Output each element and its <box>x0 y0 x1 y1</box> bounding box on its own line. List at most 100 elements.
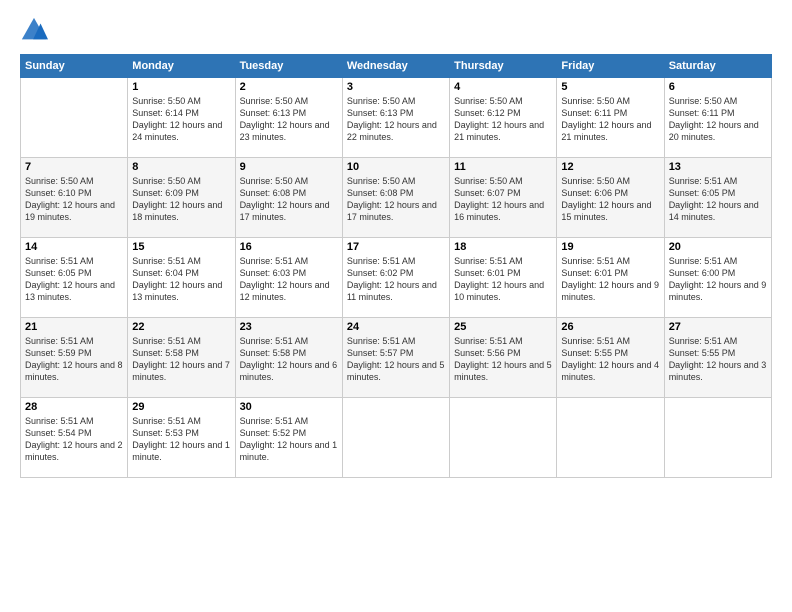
day-cell: 19 Sunrise: 5:51 AMSunset: 6:01 PMDayligh… <box>557 238 664 318</box>
day-cell: 5Sunrise: 5:50 AMSunset: 6:11 PMDaylight… <box>557 78 664 158</box>
day-number: 1 <box>132 81 230 93</box>
day-cell: 13 Sunrise: 5:51 AMSunset: 6:05 PMDayligh… <box>664 158 771 238</box>
day-info: Sunrise: 5:51 AMSunset: 6:01 PMDaylight:… <box>454 255 552 304</box>
day-info: Sunrise: 5:50 AMSunset: 6:11 PMDaylight:… <box>669 95 767 144</box>
day-cell: 25 Sunrise: 5:51 AMSunset: 5:56 PMDayligh… <box>450 318 557 398</box>
calendar-header-row: SundayMondayTuesdayWednesdayThursdayFrid… <box>21 55 772 78</box>
day-cell: 24 Sunrise: 5:51 AMSunset: 5:57 PMDayligh… <box>342 318 449 398</box>
day-number: 16 <box>240 241 338 253</box>
day-info: Sunrise: 5:51 AMSunset: 6:02 PMDaylight:… <box>347 255 445 304</box>
day-info: Sunrise: 5:50 AMSunset: 6:08 PMDaylight:… <box>240 175 338 224</box>
day-number: 2 <box>240 81 338 93</box>
page: SundayMondayTuesdayWednesdayThursdayFrid… <box>0 0 792 612</box>
day-cell: 8Sunrise: 5:50 AMSunset: 6:09 PMDaylight… <box>128 158 235 238</box>
day-cell: 28 Sunrise: 5:51 AMSunset: 5:54 PMDayligh… <box>21 398 128 478</box>
logo <box>20 16 52 44</box>
day-info: Sunrise: 5:51 AMSunset: 5:58 PMDaylight:… <box>132 335 230 384</box>
day-cell: 4Sunrise: 5:50 AMSunset: 6:12 PMDaylight… <box>450 78 557 158</box>
day-info: Sunrise: 5:50 AMSunset: 6:10 PMDaylight:… <box>25 175 123 224</box>
day-cell: 29 Sunrise: 5:51 AMSunset: 5:53 PMDayligh… <box>128 398 235 478</box>
day-number: 3 <box>347 81 445 93</box>
day-cell: 1 Sunrise: 5:50 AMSunset: 6:14 PMDaylight… <box>128 78 235 158</box>
week-row-3: 14 Sunrise: 5:51 AMSunset: 6:05 PMDayligh… <box>21 238 772 318</box>
day-info: Sunrise: 5:51 AMSunset: 6:01 PMDaylight:… <box>561 255 659 304</box>
day-info: Sunrise: 5:51 AMSunset: 5:55 PMDaylight:… <box>669 335 767 384</box>
day-info: Sunrise: 5:51 AMSunset: 5:53 PMDaylight:… <box>132 415 230 464</box>
day-info: Sunrise: 5:50 AMSunset: 6:08 PMDaylight:… <box>347 175 445 224</box>
day-info: Sunrise: 5:51 AMSunset: 5:54 PMDaylight:… <box>25 415 123 464</box>
col-header-wednesday: Wednesday <box>342 55 449 78</box>
day-number: 8 <box>132 161 230 173</box>
day-number: 22 <box>132 321 230 333</box>
col-header-tuesday: Tuesday <box>235 55 342 78</box>
day-info: Sunrise: 5:51 AMSunset: 5:56 PMDaylight:… <box>454 335 552 384</box>
col-header-sunday: Sunday <box>21 55 128 78</box>
day-info: Sunrise: 5:51 AMSunset: 6:05 PMDaylight:… <box>25 255 123 304</box>
day-info: Sunrise: 5:51 AMSunset: 5:52 PMDaylight:… <box>240 415 338 464</box>
day-number: 17 <box>347 241 445 253</box>
day-number: 11 <box>454 161 552 173</box>
logo-icon <box>20 16 48 44</box>
day-cell: 23 Sunrise: 5:51 AMSunset: 5:58 PMDayligh… <box>235 318 342 398</box>
day-number: 27 <box>669 321 767 333</box>
day-number: 18 <box>454 241 552 253</box>
day-cell <box>342 398 449 478</box>
day-cell: 21Sunrise: 5:51 AMSunset: 5:59 PMDayligh… <box>21 318 128 398</box>
day-cell: 26 Sunrise: 5:51 AMSunset: 5:55 PMDayligh… <box>557 318 664 398</box>
day-cell: 16Sunrise: 5:51 AMSunset: 6:03 PMDayligh… <box>235 238 342 318</box>
col-header-monday: Monday <box>128 55 235 78</box>
day-info: Sunrise: 5:51 AMSunset: 6:00 PMDaylight:… <box>669 255 767 304</box>
day-number: 28 <box>25 401 123 413</box>
day-cell: 20 Sunrise: 5:51 AMSunset: 6:00 PMDayligh… <box>664 238 771 318</box>
day-number: 26 <box>561 321 659 333</box>
week-row-5: 28 Sunrise: 5:51 AMSunset: 5:54 PMDayligh… <box>21 398 772 478</box>
day-info: Sunrise: 5:51 AMSunset: 6:05 PMDaylight:… <box>669 175 767 224</box>
day-number: 30 <box>240 401 338 413</box>
day-number: 19 <box>561 241 659 253</box>
day-info: Sunrise: 5:51 AMSunset: 5:55 PMDaylight:… <box>561 335 659 384</box>
col-header-thursday: Thursday <box>450 55 557 78</box>
day-cell: 22 Sunrise: 5:51 AMSunset: 5:58 PMDayligh… <box>128 318 235 398</box>
calendar-table: SundayMondayTuesdayWednesdayThursdayFrid… <box>20 54 772 478</box>
col-header-saturday: Saturday <box>664 55 771 78</box>
day-cell: 18 Sunrise: 5:51 AMSunset: 6:01 PMDayligh… <box>450 238 557 318</box>
day-cell: 11Sunrise: 5:50 AMSunset: 6:07 PMDayligh… <box>450 158 557 238</box>
day-number: 13 <box>669 161 767 173</box>
day-number: 20 <box>669 241 767 253</box>
day-number: 24 <box>347 321 445 333</box>
day-cell: 14 Sunrise: 5:51 AMSunset: 6:05 PMDayligh… <box>21 238 128 318</box>
day-cell <box>21 78 128 158</box>
day-cell: 12 Sunrise: 5:50 AMSunset: 6:06 PMDayligh… <box>557 158 664 238</box>
day-cell <box>664 398 771 478</box>
day-number: 9 <box>240 161 338 173</box>
day-number: 12 <box>561 161 659 173</box>
day-cell <box>450 398 557 478</box>
day-info: Sunrise: 5:50 AMSunset: 6:12 PMDaylight:… <box>454 95 552 144</box>
day-info: Sunrise: 5:51 AMSunset: 5:57 PMDaylight:… <box>347 335 445 384</box>
day-info: Sunrise: 5:50 AMSunset: 6:06 PMDaylight:… <box>561 175 659 224</box>
col-header-friday: Friday <box>557 55 664 78</box>
day-info: Sunrise: 5:51 AMSunset: 5:58 PMDaylight:… <box>240 335 338 384</box>
day-cell: 6Sunrise: 5:50 AMSunset: 6:11 PMDaylight… <box>664 78 771 158</box>
day-cell: 2 Sunrise: 5:50 AMSunset: 6:13 PMDaylight… <box>235 78 342 158</box>
day-number: 23 <box>240 321 338 333</box>
day-info: Sunrise: 5:50 AMSunset: 6:14 PMDaylight:… <box>132 95 230 144</box>
day-info: Sunrise: 5:50 AMSunset: 6:11 PMDaylight:… <box>561 95 659 144</box>
day-cell: 10 Sunrise: 5:50 AMSunset: 6:08 PMDayligh… <box>342 158 449 238</box>
day-number: 15 <box>132 241 230 253</box>
day-info: Sunrise: 5:50 AMSunset: 6:13 PMDaylight:… <box>240 95 338 144</box>
header <box>20 16 772 44</box>
day-cell <box>557 398 664 478</box>
week-row-1: 1 Sunrise: 5:50 AMSunset: 6:14 PMDaylight… <box>21 78 772 158</box>
day-number: 29 <box>132 401 230 413</box>
week-row-2: 7Sunrise: 5:50 AMSunset: 6:10 PMDaylight… <box>21 158 772 238</box>
week-row-4: 21Sunrise: 5:51 AMSunset: 5:59 PMDayligh… <box>21 318 772 398</box>
day-cell: 7Sunrise: 5:50 AMSunset: 6:10 PMDaylight… <box>21 158 128 238</box>
day-cell: 17 Sunrise: 5:51 AMSunset: 6:02 PMDayligh… <box>342 238 449 318</box>
day-number: 25 <box>454 321 552 333</box>
day-cell: 3Sunrise: 5:50 AMSunset: 6:13 PMDaylight… <box>342 78 449 158</box>
day-number: 10 <box>347 161 445 173</box>
day-number: 14 <box>25 241 123 253</box>
day-cell: 15Sunrise: 5:51 AMSunset: 6:04 PMDayligh… <box>128 238 235 318</box>
day-cell: 27 Sunrise: 5:51 AMSunset: 5:55 PMDayligh… <box>664 318 771 398</box>
